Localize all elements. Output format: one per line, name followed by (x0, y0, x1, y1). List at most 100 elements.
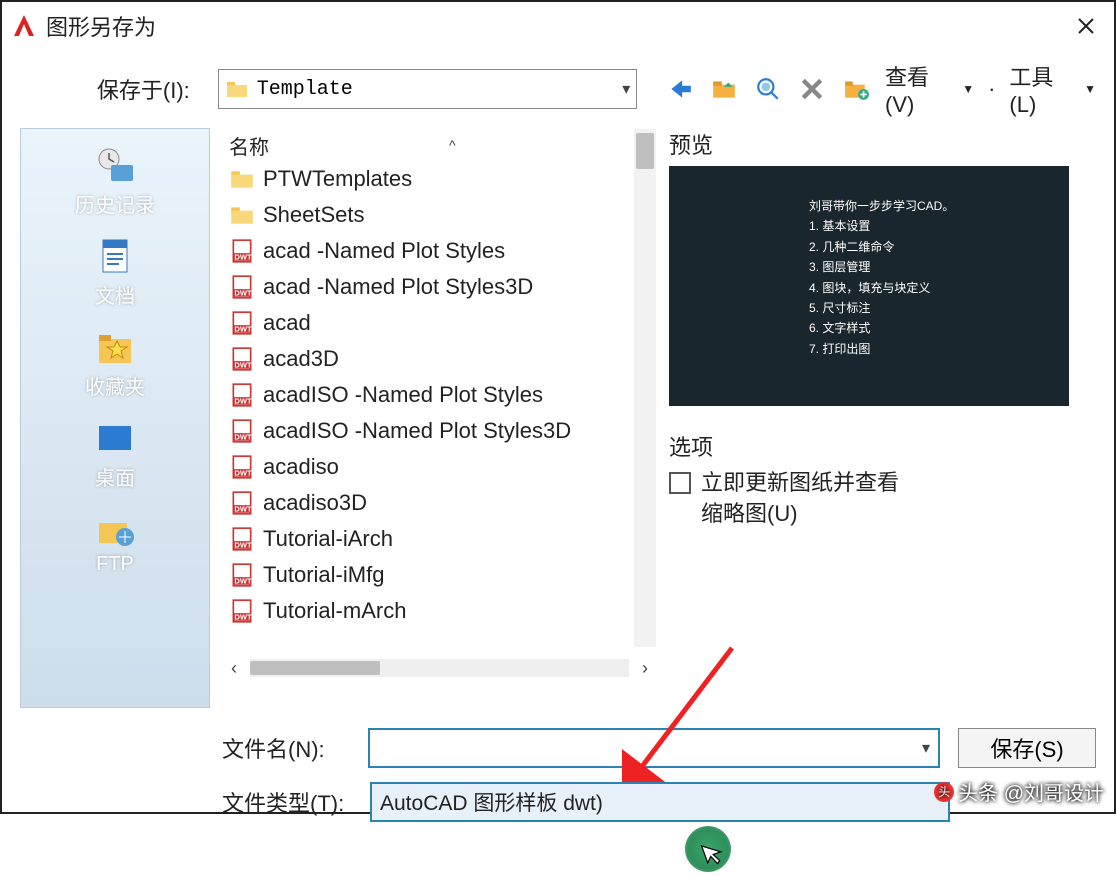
toolbar-icons: 查看(V)▼ · 工具(L)▼ (665, 60, 1096, 118)
sidebar-item-favorites[interactable]: 收藏夹 (21, 321, 209, 406)
file-row[interactable]: DWTacad (223, 305, 656, 341)
dwt-file-icon: DWT (229, 526, 255, 552)
file-row[interactable]: DWT acad -Named Plot Styles3D (223, 269, 656, 305)
preview-line: 刘哥带你一步步学习CAD。 (809, 196, 929, 216)
history-icon (95, 145, 135, 185)
dwt-file-icon: DWT (229, 454, 255, 480)
update-thumbnail-checkbox[interactable] (669, 472, 691, 494)
file-row[interactable]: DWT acad -Named Plot Styles (223, 233, 656, 269)
chevron-down-icon: ▾ (922, 738, 930, 758)
filetype-label: 文件类型(T): (222, 786, 352, 818)
svg-text:DWT: DWT (234, 397, 252, 406)
chevron-down-icon: ▼ (962, 82, 974, 96)
filetype-dropdown[interactable]: AutoCAD 图形样板 dwt) (370, 782, 950, 822)
svg-text:DWT: DWT (234, 325, 252, 334)
chevron-down-icon: ▼ (1084, 82, 1096, 96)
tools-menu[interactable]: 工具(L)▼ (1009, 60, 1096, 118)
preview-line: 1. 基本设置 (809, 216, 929, 236)
filename-input[interactable]: ▾ (368, 728, 940, 768)
folder-icon (229, 202, 255, 228)
preview-line: 5. 尺寸标注 (809, 298, 929, 318)
update-thumbnail-checkbox-row: 立即更新图纸并查看 缩略图(U) (669, 468, 1096, 530)
preview-line: 7. 打印出图 (809, 339, 929, 359)
savein-label: 保存于(I): (20, 73, 210, 105)
sort-caret-icon: ^ (449, 137, 456, 153)
svg-text:DWT: DWT (234, 541, 252, 550)
back-icon[interactable] (665, 74, 695, 104)
column-header-name[interactable]: 名称 ^ (223, 129, 656, 161)
file-row[interactable]: SheetSets (223, 197, 656, 233)
favorites-icon (95, 327, 135, 367)
toolbar: 保存于(I): Template ▾ 查看(V)▼ · 工具(L)▼ (2, 50, 1114, 128)
file-list: 名称 ^ PTWTemplates SheetSets DWT acad -Named… (222, 128, 657, 648)
svg-text:DWT: DWT (234, 613, 252, 622)
highlight-circle (685, 826, 731, 872)
file-row[interactable]: DWT acadISO -Named Plot Styles (223, 377, 656, 413)
horizontal-scrollbar[interactable]: ‹ › (222, 654, 657, 682)
preview-line: 4. 图块，填充与块定义 (809, 278, 929, 298)
file-name: SheetSets (263, 202, 365, 228)
desktop-icon (95, 418, 135, 458)
dwt-file-icon: DWT (229, 274, 255, 300)
file-row[interactable]: PTWTemplates (223, 161, 656, 197)
file-name: acadISO -Named Plot Styles (263, 382, 543, 408)
delete-icon[interactable] (797, 74, 827, 104)
scroll-left-icon[interactable]: ‹ (222, 658, 246, 679)
new-folder-icon[interactable] (841, 74, 871, 104)
svg-text:DWT: DWT (234, 289, 252, 298)
sidebar-item-documents[interactable]: 文档 (21, 230, 209, 315)
file-name: acad -Named Plot Styles (263, 238, 505, 264)
scroll-right-icon[interactable]: › (633, 658, 657, 679)
save-button[interactable]: 保存(S) (958, 728, 1096, 768)
savein-value: Template (257, 78, 622, 101)
watermark: 头 头条 @刘哥设计 (934, 777, 1104, 806)
folder-icon (225, 77, 249, 101)
savein-dropdown[interactable]: Template ▾ (218, 69, 637, 109)
close-button[interactable] (1066, 6, 1106, 46)
window-title: 图形另存为 (46, 10, 156, 42)
document-icon (95, 236, 135, 276)
search-web-icon[interactable] (753, 74, 783, 104)
preview-pane: 刘哥带你一步步学习CAD。1. 基本设置2. 几种二维命令3. 图层管理4. 图… (669, 166, 1069, 406)
preview-line: 2. 几种二维命令 (809, 237, 929, 257)
vertical-scrollbar[interactable] (634, 129, 656, 647)
dwt-file-icon: DWT (229, 490, 255, 516)
file-name: PTWTemplates (263, 166, 412, 192)
file-name: Tutorial-iMfg (263, 562, 384, 588)
dwt-file-icon: DWT (229, 238, 255, 264)
preview-line: 6. 文字样式 (809, 318, 929, 338)
file-name: acad3D (263, 346, 339, 372)
file-name: Tutorial-iArch (263, 526, 393, 552)
file-name: acad -Named Plot Styles3D (263, 274, 533, 300)
up-folder-icon[interactable] (709, 74, 739, 104)
svg-text:DWT: DWT (234, 253, 252, 262)
file-row[interactable]: DWT Tutorial-iArch (223, 521, 656, 557)
sidebar-item-ftp[interactable]: FTP (21, 503, 209, 582)
autocad-logo-icon (10, 12, 38, 40)
watermark-icon: 头 (934, 782, 954, 802)
svg-text:DWT: DWT (234, 433, 252, 442)
scrollbar-thumb[interactable] (250, 661, 380, 675)
view-menu[interactable]: 查看(V)▼ (885, 60, 974, 118)
svg-text:DWT: DWT (234, 577, 252, 586)
sidebar-item-desktop[interactable]: 桌面 (21, 412, 209, 497)
dwt-file-icon: DWT (229, 418, 255, 444)
file-row[interactable]: DWTacadiso (223, 449, 656, 485)
dwt-file-icon: DWT (229, 598, 255, 624)
file-name: acadISO -Named Plot Styles3D (263, 418, 571, 444)
folder-icon (229, 166, 255, 192)
ftp-icon (95, 509, 135, 549)
file-row[interactable]: DWT acadISO -Named Plot Styles3D (223, 413, 656, 449)
dwt-file-icon: DWT (229, 310, 255, 336)
svg-text:DWT: DWT (234, 505, 252, 514)
dwt-file-icon: DWT (229, 346, 255, 372)
scrollbar-thumb[interactable] (636, 133, 654, 169)
checkbox-label: 立即更新图纸并查看 缩略图(U) (701, 468, 899, 530)
file-row[interactable]: DWT Tutorial-iMfg (223, 557, 656, 593)
file-row[interactable]: DWTTutorial-mArch (223, 593, 656, 629)
sidebar-item-history[interactable]: 历史记录 (21, 139, 209, 224)
titlebar: 图形另存为 (2, 2, 1114, 50)
preview-label: 预览 (669, 128, 1096, 160)
file-row[interactable]: DWTacadiso3D (223, 485, 656, 521)
file-row[interactable]: DWT acad3D (223, 341, 656, 377)
